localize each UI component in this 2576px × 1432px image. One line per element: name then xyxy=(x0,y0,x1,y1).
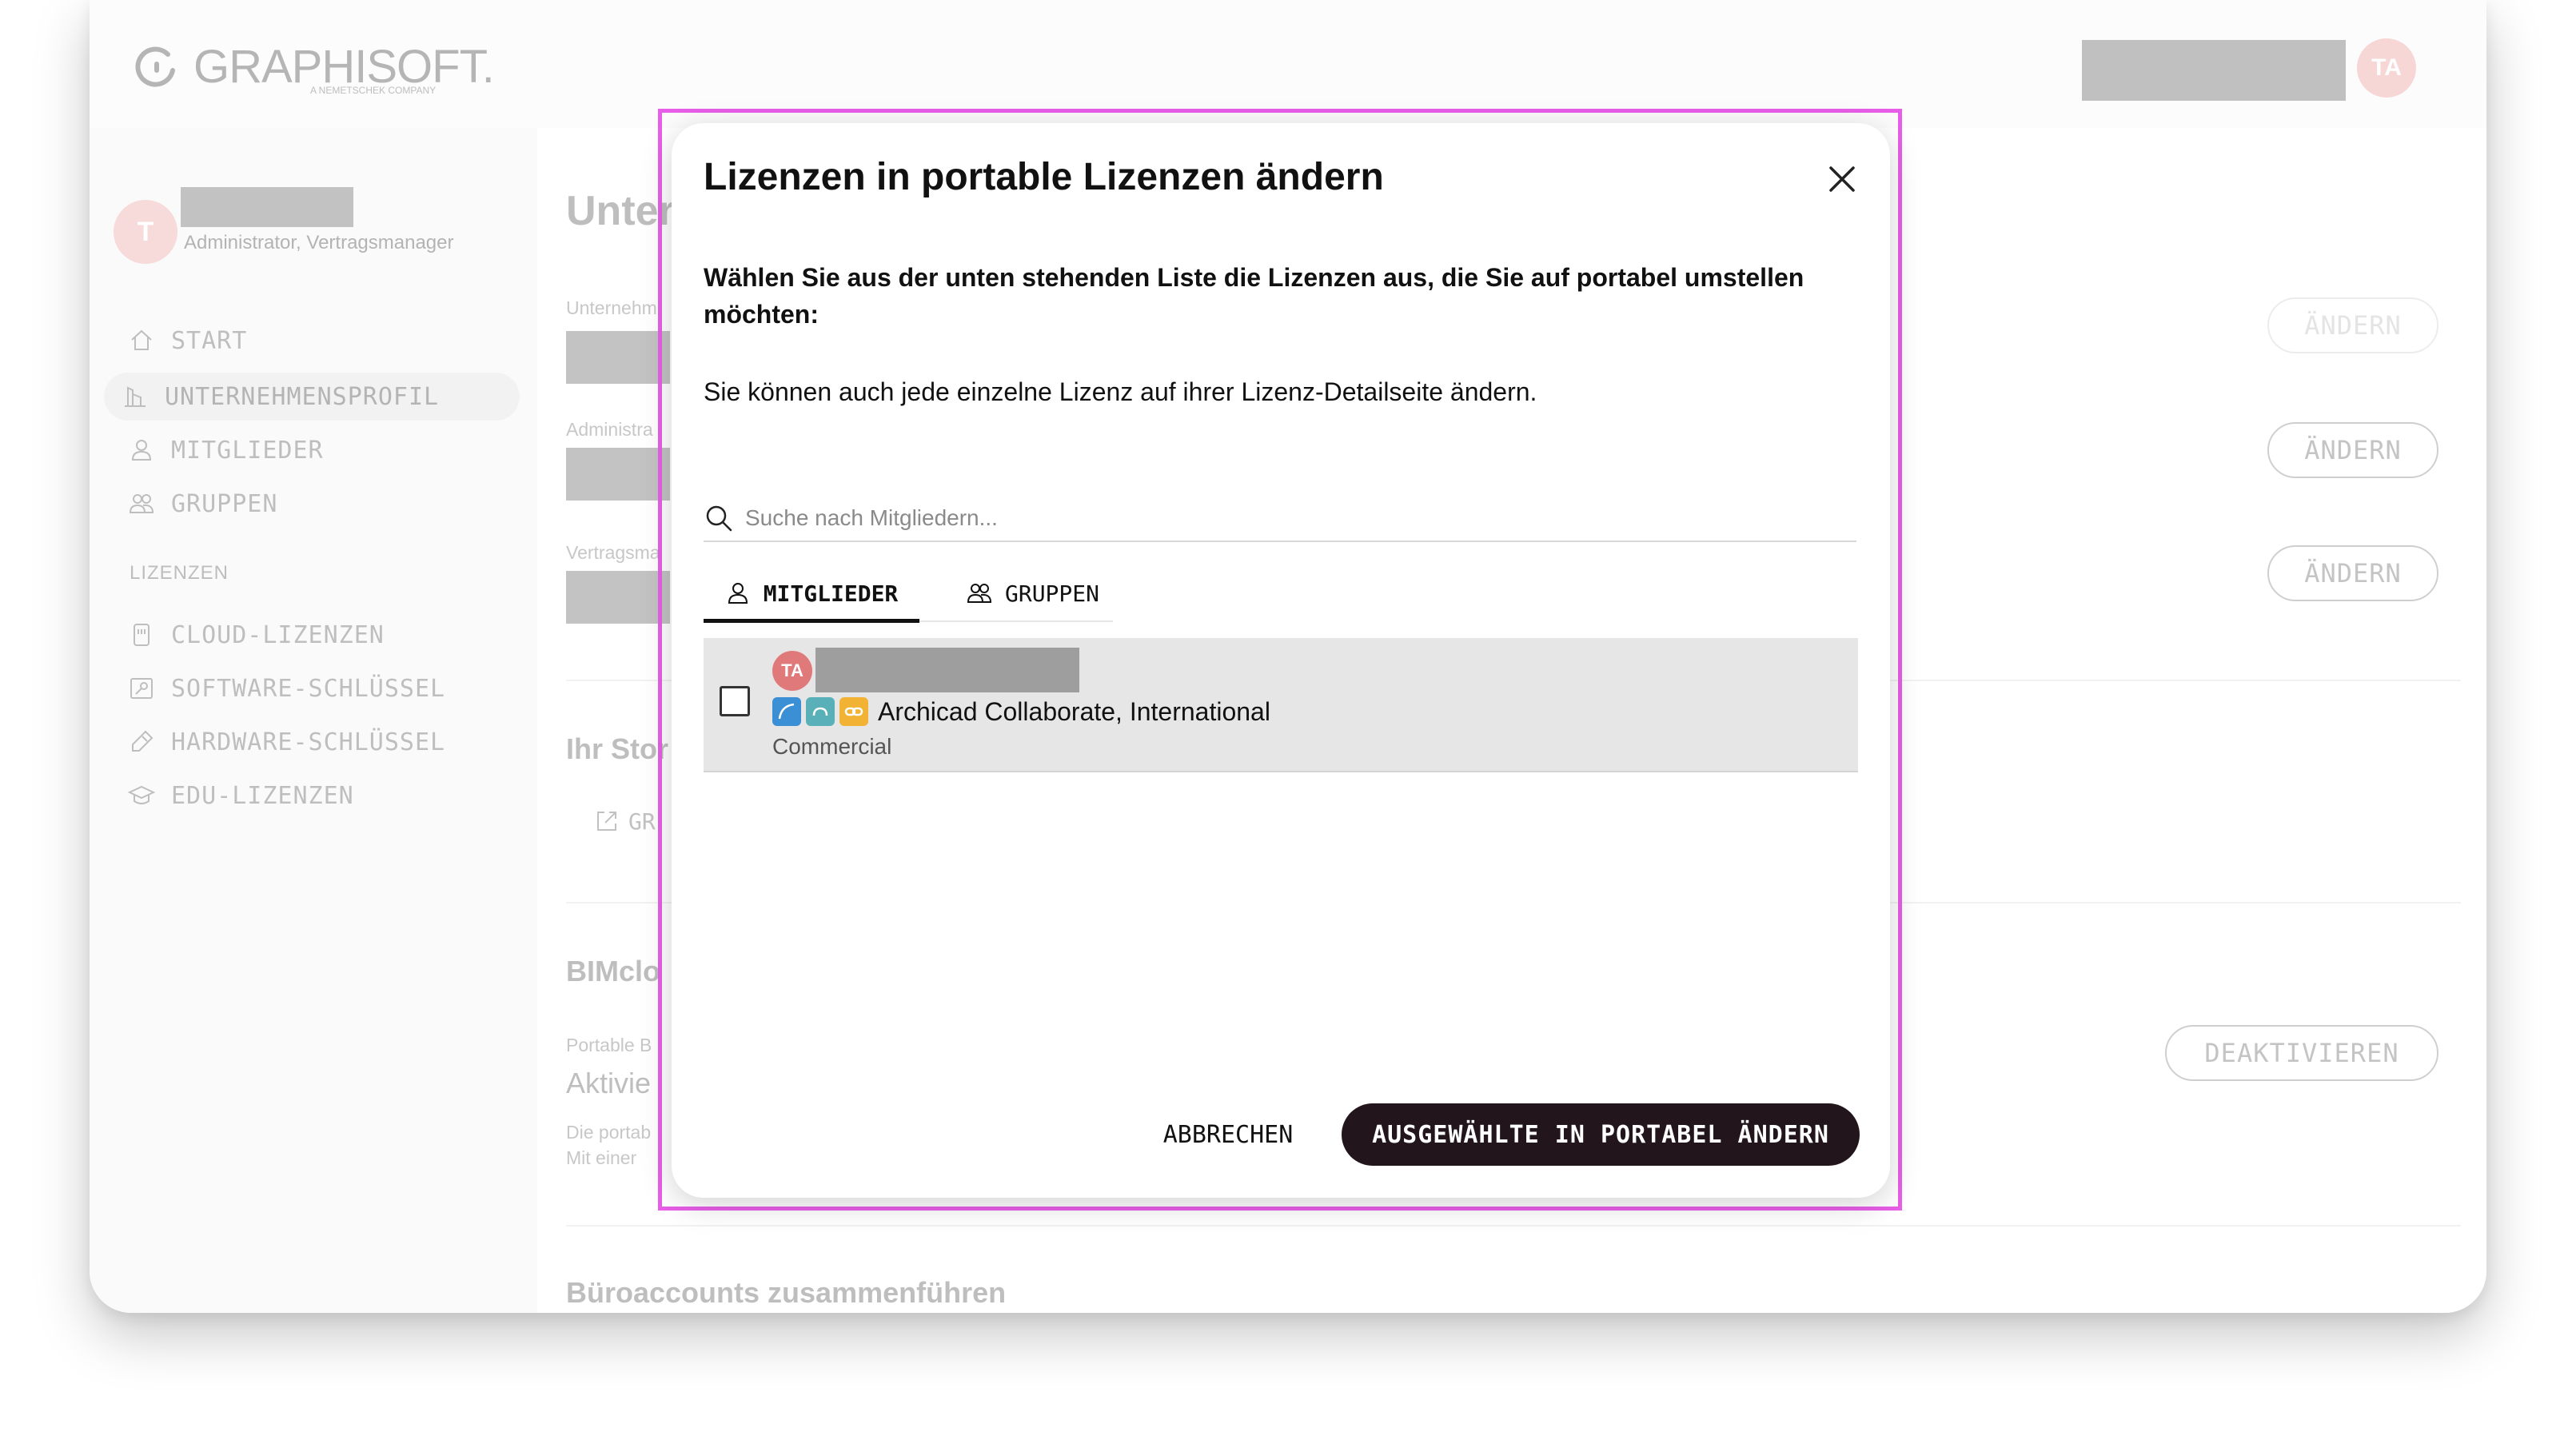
dialog-title: Lizenzen in portable Lizenzen ändern xyxy=(704,156,1384,198)
convert-selected-button[interactable]: AUSGEWÄHLTE IN PORTABEL ÄNDERN xyxy=(1342,1103,1860,1166)
cancel-button[interactable]: ABBRECHEN xyxy=(1124,1103,1332,1166)
tab-label: GRUPPEN xyxy=(1004,580,1099,607)
bimcloud-icon xyxy=(806,697,835,726)
link-icon xyxy=(839,697,868,726)
license-row-checkbox[interactable] xyxy=(720,686,750,716)
license-product-name: Archicad Collaborate, International xyxy=(878,697,1270,726)
license-type: Commercial xyxy=(772,734,892,759)
search-input[interactable] xyxy=(744,505,1850,532)
license-row[interactable]: TA Archicad Collaborate, International C… xyxy=(704,638,1858,772)
search-icon xyxy=(706,505,732,532)
person-icon xyxy=(728,583,748,604)
tab-mitglieder[interactable]: MITGLIEDER xyxy=(704,568,919,623)
convert-license-dialog: Lizenzen in portable Lizenzen ändern Wäh… xyxy=(672,123,1890,1198)
product-icons xyxy=(772,697,873,726)
archicad-icon xyxy=(772,697,801,726)
member-avatar: TA xyxy=(772,651,812,691)
member-search xyxy=(704,496,1856,542)
people-icon xyxy=(967,584,991,603)
dialog-tabs: MITGLIEDER GRUPPEN xyxy=(704,568,1113,623)
dialog-hint: Sie können auch jede einzelne Lizenz auf… xyxy=(704,377,1537,406)
tab-label: MITGLIEDER xyxy=(763,580,899,607)
close-icon[interactable] xyxy=(1823,160,1861,198)
redacted-member-name xyxy=(815,648,1079,692)
tab-gruppen[interactable]: GRUPPEN xyxy=(953,568,1113,619)
dialog-instruction: Wählen Sie aus der unten stehenden Liste… xyxy=(704,263,1804,329)
